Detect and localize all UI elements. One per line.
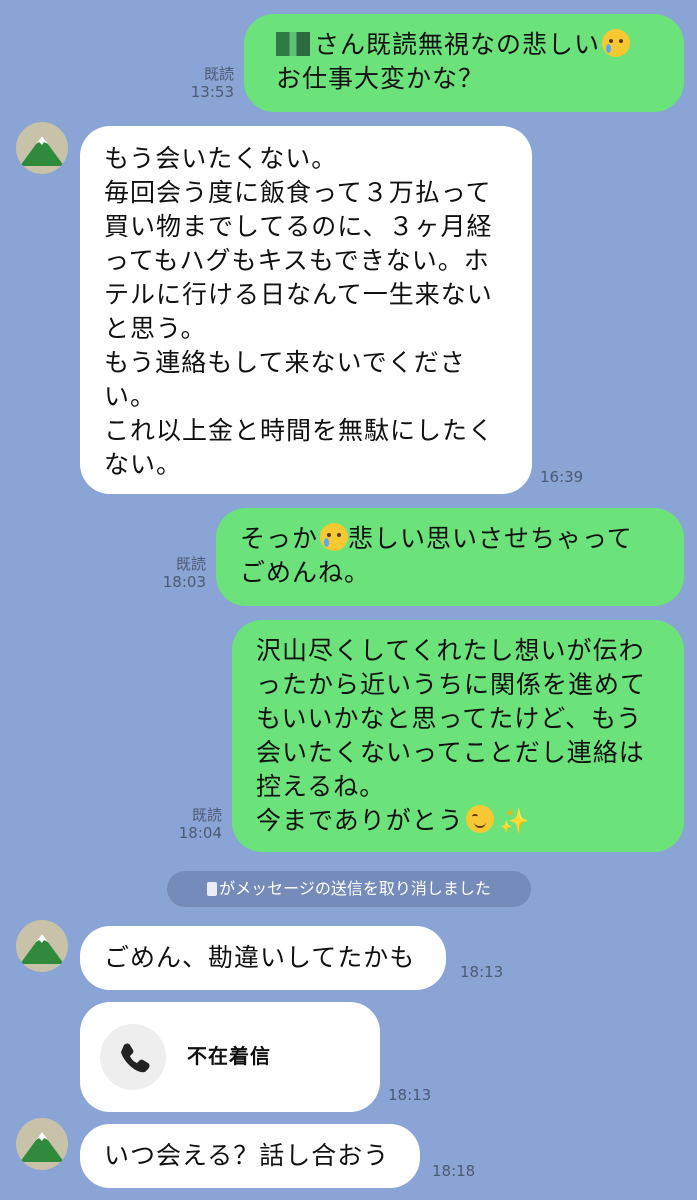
message-line: これ以上金と時間を無駄にしたく bbox=[104, 416, 495, 445]
read-receipt: 既読 18:03 bbox=[162, 555, 206, 591]
message-text: さん既読無視なの悲しい bbox=[314, 30, 601, 59]
message-line: もう連絡もして来ないでくださ bbox=[104, 348, 466, 377]
smiling-face-icon bbox=[465, 805, 494, 833]
redacted-name bbox=[276, 32, 310, 56]
message-text: お仕事大変かな？ bbox=[276, 64, 485, 93]
message-line: ってもハグもキスもできない。ホ bbox=[104, 246, 490, 275]
missed-call-label: 不在着信 bbox=[187, 1044, 271, 1068]
sent-message[interactable]: 沢山尽くしてくれたし想いが伝わ ったから近いうちに関係を進めて もいいかなと思っ… bbox=[232, 620, 684, 852]
crying-face-icon bbox=[320, 523, 349, 551]
message-time: 16:39 bbox=[540, 468, 584, 486]
message-time: 18:18 bbox=[432, 1162, 476, 1180]
received-message[interactable]: もう会いたくない。 毎回会う度に飯食って３万払って 買い物までしてるのに、３ヶ月… bbox=[80, 126, 532, 494]
notice-text: がメッセージの送信を取り消しました bbox=[219, 879, 491, 898]
message-line: もいいかなと思ってたけど、もう bbox=[256, 704, 643, 733]
avatar-mountain-icon bbox=[20, 934, 64, 964]
call-icon-button[interactable] bbox=[100, 1024, 166, 1090]
message-text: いつ会える？話し合おう bbox=[104, 1141, 390, 1170]
avatar-mountain-icon bbox=[20, 136, 64, 166]
sent-message[interactable]: そっか 悲しい思いさせちゃって ごめんね。 bbox=[216, 508, 684, 606]
chat-view: 既読 13:53 さん既読無視なの悲しい お仕事大変かな？ もう会いたくない。 … bbox=[0, 0, 697, 1200]
message-line: 会いたくないってことだし連絡は bbox=[256, 738, 645, 767]
message-line: 控えるね。 bbox=[256, 772, 386, 801]
message-time: 18:13 bbox=[388, 1086, 432, 1104]
contact-avatar[interactable] bbox=[16, 1118, 68, 1170]
crying-face-icon bbox=[602, 29, 631, 57]
received-message[interactable]: ごめん、勘違いしてたかも bbox=[80, 926, 446, 990]
message-line: 沢山尽くしてくれたし想いが伝わ bbox=[256, 636, 645, 665]
read-receipt: 既読 18:04 bbox=[178, 806, 222, 842]
message-text: そっか bbox=[240, 524, 319, 553]
message-line: い。 bbox=[104, 382, 157, 411]
read-receipt: 既読 13:53 bbox=[190, 65, 234, 101]
message-text: ごめん、勘違いしてたかも bbox=[104, 943, 416, 972]
message-text: ごめんね。 bbox=[240, 558, 371, 587]
contact-avatar[interactable] bbox=[16, 122, 68, 174]
user-icon bbox=[207, 882, 218, 896]
avatar-mountain-icon bbox=[20, 1132, 64, 1162]
message-time: 18:13 bbox=[460, 963, 504, 981]
received-message[interactable]: いつ会える？話し合おう bbox=[80, 1124, 420, 1188]
message-line: 今までありがとう bbox=[256, 806, 464, 835]
phone-icon bbox=[121, 1043, 150, 1073]
message-line: 毎回会う度に飯食って３万払って bbox=[104, 178, 492, 207]
sent-message[interactable]: さん既読無視なの悲しい お仕事大変かな？ bbox=[244, 14, 684, 112]
sparkles-icon: ✨ bbox=[499, 807, 531, 835]
message-line: 買い物までしてるのに、３ヶ月経 bbox=[104, 212, 493, 241]
message-line: ったから近いうちに関係を進めて bbox=[256, 670, 647, 699]
message-line: と思う。 bbox=[104, 314, 207, 343]
contact-avatar[interactable] bbox=[16, 920, 68, 972]
message-line: もう会いたくない。 bbox=[104, 144, 338, 173]
message-text: 悲しい思いさせちゃって bbox=[348, 524, 633, 553]
message-line: テルに行ける日なんて一生来ない bbox=[104, 280, 493, 309]
unsend-notice: がメッセージの送信を取り消しました bbox=[167, 871, 531, 907]
message-line: ない。 bbox=[104, 450, 183, 479]
